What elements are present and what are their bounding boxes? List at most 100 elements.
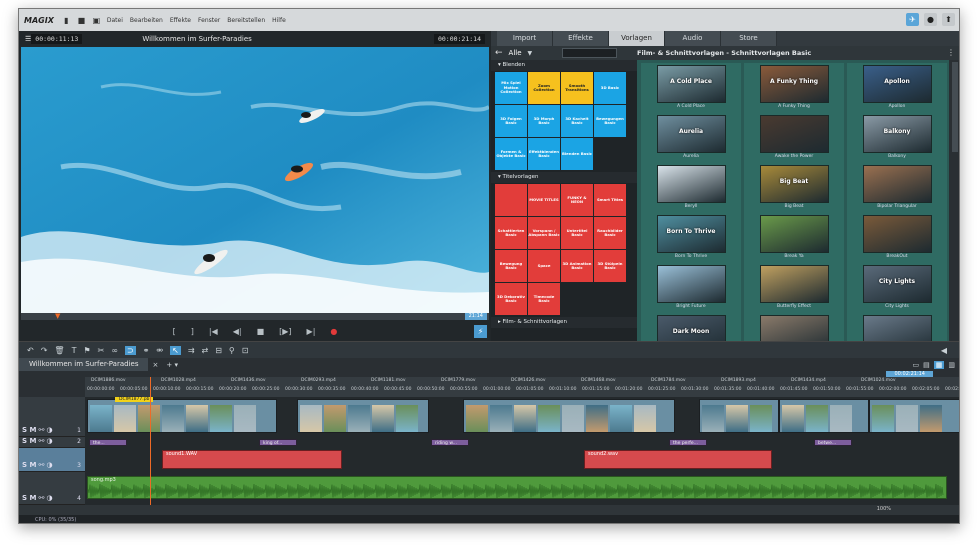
template-thumbnail[interactable]: Born To Thrive Born To Thrive bbox=[641, 213, 741, 263]
close-tab-icon[interactable]: × bbox=[152, 361, 158, 369]
template-thumbnail[interactable]: Big Beat Big Beat bbox=[744, 163, 844, 213]
selected-clip-tag[interactable]: DCIM1877.pb bbox=[115, 397, 154, 402]
video-clip[interactable] bbox=[87, 399, 277, 433]
template-thumbnail[interactable]: Balkony Balkony bbox=[847, 113, 947, 163]
template-thumbnail[interactable]: City Lights City Lights bbox=[847, 263, 947, 313]
timeline-scrollbar[interactable]: 100% bbox=[19, 505, 959, 515]
view-timeline-icon[interactable]: ▦ bbox=[933, 360, 945, 369]
upload-icon[interactable]: ⬆ bbox=[942, 13, 955, 26]
template-tile[interactable]: Zoom Collection bbox=[528, 72, 560, 104]
audio-clip[interactable]: sound2.wav bbox=[584, 450, 772, 469]
template-tile[interactable]: Untertitel Basic bbox=[561, 217, 593, 249]
stop-icon[interactable]: ■ bbox=[257, 327, 265, 336]
menu-datei[interactable]: Datei bbox=[107, 17, 123, 24]
template-thumbnail[interactable]: Bright Future bbox=[641, 263, 741, 313]
lightning-icon[interactable]: ⚡ bbox=[474, 325, 487, 338]
delete-icon[interactable]: 🗑 bbox=[54, 346, 64, 355]
category-titel[interactable]: ▾ Titelvorlagen bbox=[491, 172, 637, 183]
template-tile[interactable]: Blenden Basic bbox=[561, 138, 593, 170]
template-tile[interactable]: Space bbox=[528, 250, 560, 282]
playhead[interactable] bbox=[150, 377, 151, 505]
undo-icon[interactable]: ↶ bbox=[27, 346, 34, 355]
template-tile[interactable]: Schattierten Basic bbox=[495, 217, 527, 249]
template-tile[interactable]: Vorspann / Abspann Basic bbox=[528, 217, 560, 249]
disc-icon[interactable]: ● bbox=[924, 13, 937, 26]
template-thumbnail[interactable] bbox=[847, 313, 947, 341]
template-tile[interactable]: Bewegungen Basic bbox=[594, 105, 626, 137]
scrub-marker-icon[interactable]: ▼ bbox=[55, 313, 60, 320]
track-header-4[interactable]: S M ⚯ ◑ 4 bbox=[19, 472, 85, 505]
menu-bearbeiten[interactable]: Bearbeiten bbox=[130, 17, 163, 24]
split-icon[interactable]: ✂ bbox=[98, 346, 105, 355]
tab-audio[interactable]: Audio bbox=[665, 31, 721, 46]
step-back-icon[interactable]: ◀| bbox=[233, 327, 242, 336]
video-clip[interactable] bbox=[699, 399, 779, 433]
timeline-ruler[interactable]: 00:02:21:14 DCIM1886.mov DCIM1028.mp4 DCIM… bbox=[85, 371, 959, 397]
share-icon[interactable]: ✈ bbox=[906, 13, 919, 26]
title-icon[interactable]: T bbox=[72, 346, 77, 355]
template-thumbnail[interactable] bbox=[744, 313, 844, 341]
video-clip[interactable] bbox=[463, 399, 675, 433]
music-clip[interactable]: song.mp3 bbox=[87, 476, 947, 499]
template-thumbnail[interactable]: Dark Moon bbox=[641, 313, 741, 341]
tab-vorlagen[interactable]: Vorlagen bbox=[609, 31, 665, 46]
template-tile[interactable]: Effektblenden Basic bbox=[528, 138, 560, 170]
chevron-down-icon[interactable]: ▼ bbox=[528, 50, 533, 57]
open-folder-icon[interactable]: ■ bbox=[77, 16, 86, 25]
video-clip[interactable] bbox=[869, 399, 959, 433]
template-tile[interactable]: 3D Folgen Basic bbox=[495, 105, 527, 137]
template-tile[interactable]: 3D Stülpeln Basic bbox=[594, 250, 626, 282]
mark-out-icon[interactable]: ] bbox=[191, 327, 194, 336]
menu-fenster[interactable]: Fenster bbox=[198, 17, 220, 24]
slip-icon[interactable]: ⇄ bbox=[202, 346, 209, 355]
template-tile[interactable]: 3D Basic bbox=[594, 72, 626, 104]
template-tile[interactable]: FUNKY & NEON bbox=[561, 184, 593, 216]
subtitle-clip[interactable]: riding w... bbox=[431, 439, 469, 446]
preview-scrubber[interactable]: ▼ 21:14 bbox=[21, 313, 489, 320]
trim-icon[interactable]: ⊟ bbox=[215, 346, 222, 355]
play-range-icon[interactable]: [▶] bbox=[279, 327, 291, 336]
video-clip[interactable] bbox=[297, 399, 429, 433]
previous-marker-icon[interactable]: |◀ bbox=[209, 327, 218, 336]
template-thumbnail[interactable]: Break Ya bbox=[744, 213, 844, 263]
mark-in-icon[interactable]: [ bbox=[173, 327, 176, 336]
template-tile[interactable]: Mix Spiel Motion Collection bbox=[495, 72, 527, 104]
template-thumbnail[interactable]: Bipolar Triangular bbox=[847, 163, 947, 213]
template-thumbnail[interactable]: A Funky Thing A Funky Thing bbox=[744, 63, 844, 113]
link-icon[interactable]: ⚭ bbox=[143, 346, 150, 355]
template-tile[interactable]: Smooth Transitions bbox=[561, 72, 593, 104]
new-file-icon[interactable]: ▮ bbox=[62, 16, 71, 25]
category-dropdown[interactable]: Alle bbox=[509, 49, 522, 57]
subtitle-clip[interactable]: the perfe... bbox=[669, 439, 707, 446]
project-tab[interactable]: Willkommen im Surfer-Paradies bbox=[19, 358, 149, 371]
template-tile[interactable]: Timecode Basic bbox=[528, 283, 560, 315]
template-thumbnail[interactable]: A Cold Place A Cold Place bbox=[641, 63, 741, 113]
template-thumbnail[interactable]: Awake the Power bbox=[744, 113, 844, 163]
menu-hilfe[interactable]: Hilfe bbox=[272, 17, 286, 24]
tab-effekte[interactable]: Effekte bbox=[553, 31, 609, 46]
category-blenden[interactable]: ▾ Blenden bbox=[491, 60, 637, 71]
track-header-3[interactable]: S M ⚯ ◑ 3 bbox=[19, 448, 85, 472]
marker-icon[interactable]: ⚑ bbox=[83, 346, 90, 355]
category-film[interactable]: ▸ Film- & Schnittvorlagen bbox=[491, 317, 637, 328]
volume-icon[interactable]: ◀ bbox=[941, 346, 947, 355]
export-icon[interactable]: ⊡ bbox=[242, 346, 249, 355]
redo-icon[interactable]: ↷ bbox=[41, 346, 48, 355]
video-clip[interactable] bbox=[779, 399, 869, 433]
view-scene-icon[interactable]: ▤ bbox=[923, 361, 930, 369]
magnet-icon[interactable]: ⊃ bbox=[125, 345, 136, 355]
more-options-icon[interactable]: ⋮ bbox=[947, 48, 955, 57]
ripple-icon[interactable]: ⇉ bbox=[188, 346, 195, 355]
template-thumbnail[interactable]: Butterfly Effect bbox=[744, 263, 844, 313]
video-frame[interactable] bbox=[21, 47, 489, 313]
menu-bereitstellen[interactable]: Bereitstellen bbox=[227, 17, 265, 24]
track-header-1[interactable]: S M ⚯ ◑ 1 bbox=[19, 397, 85, 437]
save-icon[interactable]: ▣ bbox=[92, 16, 101, 25]
template-tile[interactable]: 3D Dekorativ Basic bbox=[495, 283, 527, 315]
template-thumbnail[interactable]: Aurelia Aurelia bbox=[641, 113, 741, 163]
template-thumbnail[interactable]: BreakOut bbox=[847, 213, 947, 263]
zoom-tool-icon[interactable]: ⚲ bbox=[229, 346, 235, 355]
template-tile[interactable]: Rauchbilder Basic bbox=[594, 217, 626, 249]
add-tab-icon[interactable]: + ▾ bbox=[166, 361, 178, 369]
template-tile[interactable]: Smart Titles bbox=[594, 184, 626, 216]
